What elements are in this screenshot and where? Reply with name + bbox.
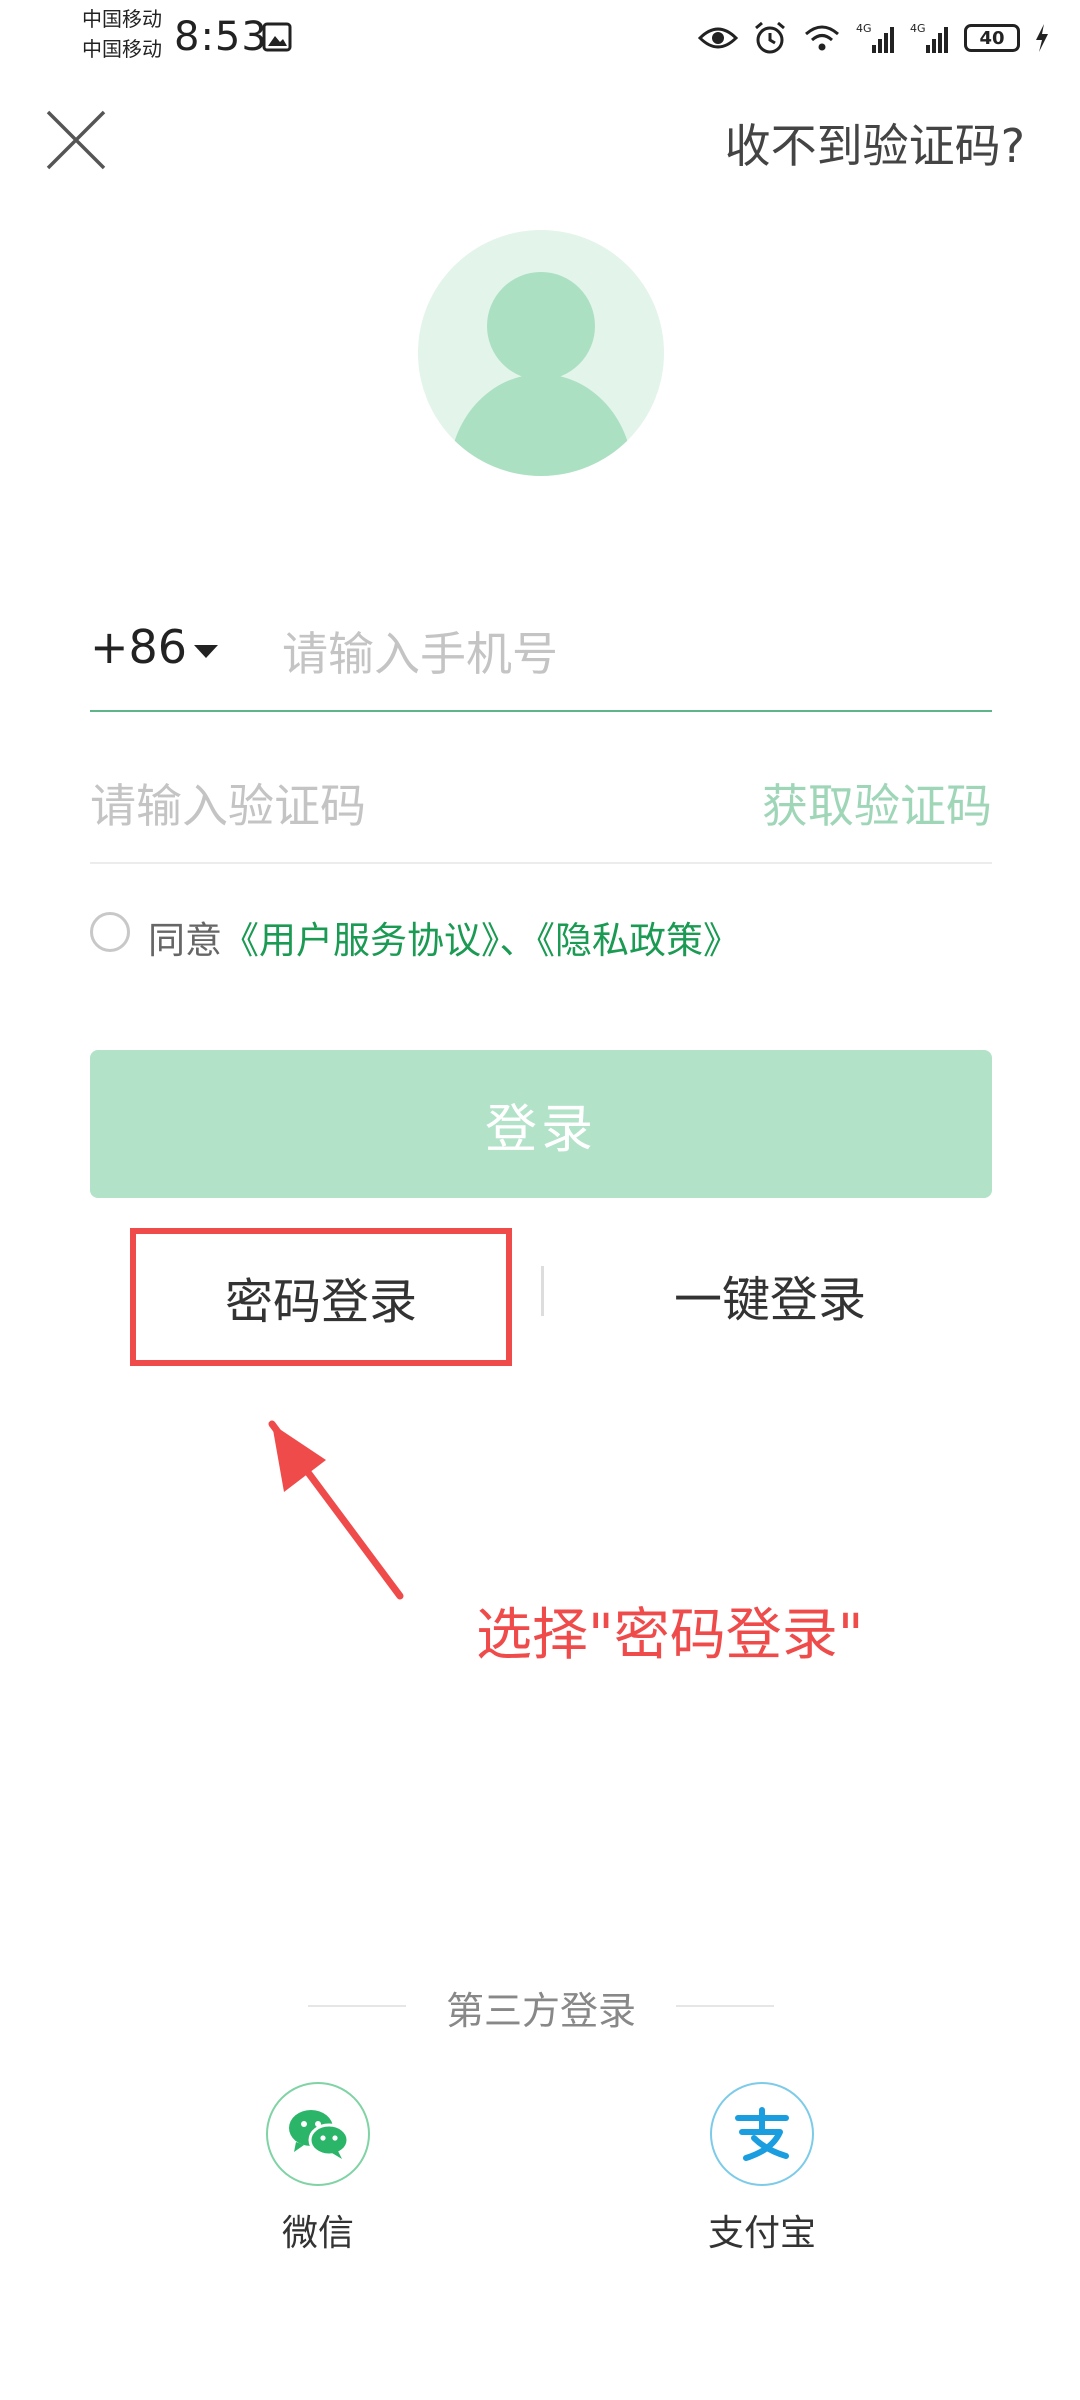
alarm-icon (755, 21, 785, 54)
close-button[interactable] (40, 104, 112, 176)
annotation-arrow-icon (250, 1400, 420, 1600)
battery-indicator: 40 (964, 24, 1020, 52)
close-icon (46, 110, 106, 170)
phone-input[interactable]: 请输入手机号 (282, 618, 558, 684)
third-party-divider-left (308, 2005, 406, 2007)
privacy-policy-link[interactable]: 《隐私政策》 (537, 919, 741, 962)
login-options-divider (541, 1266, 544, 1316)
wechat-icon (289, 2110, 350, 2159)
eye-icon (698, 27, 738, 49)
third-party-title: 第三方登录 (445, 1989, 636, 2033)
annotation-text: 选择"密码登录" (476, 1603, 864, 1668)
alipay-icon (735, 2107, 789, 2161)
alipay-label: 支付宝 (707, 2213, 816, 2254)
avatar (418, 230, 664, 476)
caret-down-icon[interactable] (194, 645, 218, 658)
carrier-label-2: 中国移动 (82, 37, 162, 61)
avatar-placeholder-icon (449, 272, 633, 476)
password-login-button[interactable]: 密码登录 (130, 1228, 512, 1366)
get-code-button[interactable]: 获取验证码 (762, 770, 992, 836)
agreement-separator: 、 (499, 919, 537, 962)
one-key-login-button[interactable]: 一键登录 (600, 1260, 940, 1330)
country-code-selector[interactable]: +86 (90, 620, 187, 674)
login-button[interactable]: 登录 (90, 1050, 992, 1198)
wechat-label: 微信 (281, 2213, 354, 2254)
user-agreement-link[interactable]: 《用户服务协议》 (222, 919, 500, 962)
carrier-label-1: 中国移动 (82, 7, 162, 31)
agreement-text: 同意《用户服务协议》、《隐私政策》 (148, 910, 740, 964)
cannot-receive-code-link[interactable]: 收不到验证码? (725, 110, 1025, 176)
code-input-underline (90, 862, 992, 864)
wechat-login-button[interactable] (266, 2082, 370, 2186)
agree-prefix: 同意 (148, 919, 222, 962)
svg-text:4G: 4G (856, 22, 872, 35)
svg-text:4G: 4G (910, 22, 926, 35)
third-party-divider-right (676, 2005, 774, 2007)
gallery-icon (262, 22, 292, 56)
signal-4g-icon-1: 4G (856, 22, 894, 53)
phone-input-underline (90, 710, 992, 712)
signal-4g-icon-2: 4G (910, 22, 948, 53)
alipay-login-button[interactable] (710, 2082, 814, 2186)
verification-code-input[interactable]: 请输入验证码 (90, 770, 366, 836)
agree-checkbox[interactable] (90, 912, 130, 952)
wifi-icon (805, 25, 839, 51)
charging-icon (1036, 24, 1048, 52)
status-icons: 4G 4G 40 (698, 14, 1050, 62)
status-time: 8:53 (174, 14, 268, 60)
